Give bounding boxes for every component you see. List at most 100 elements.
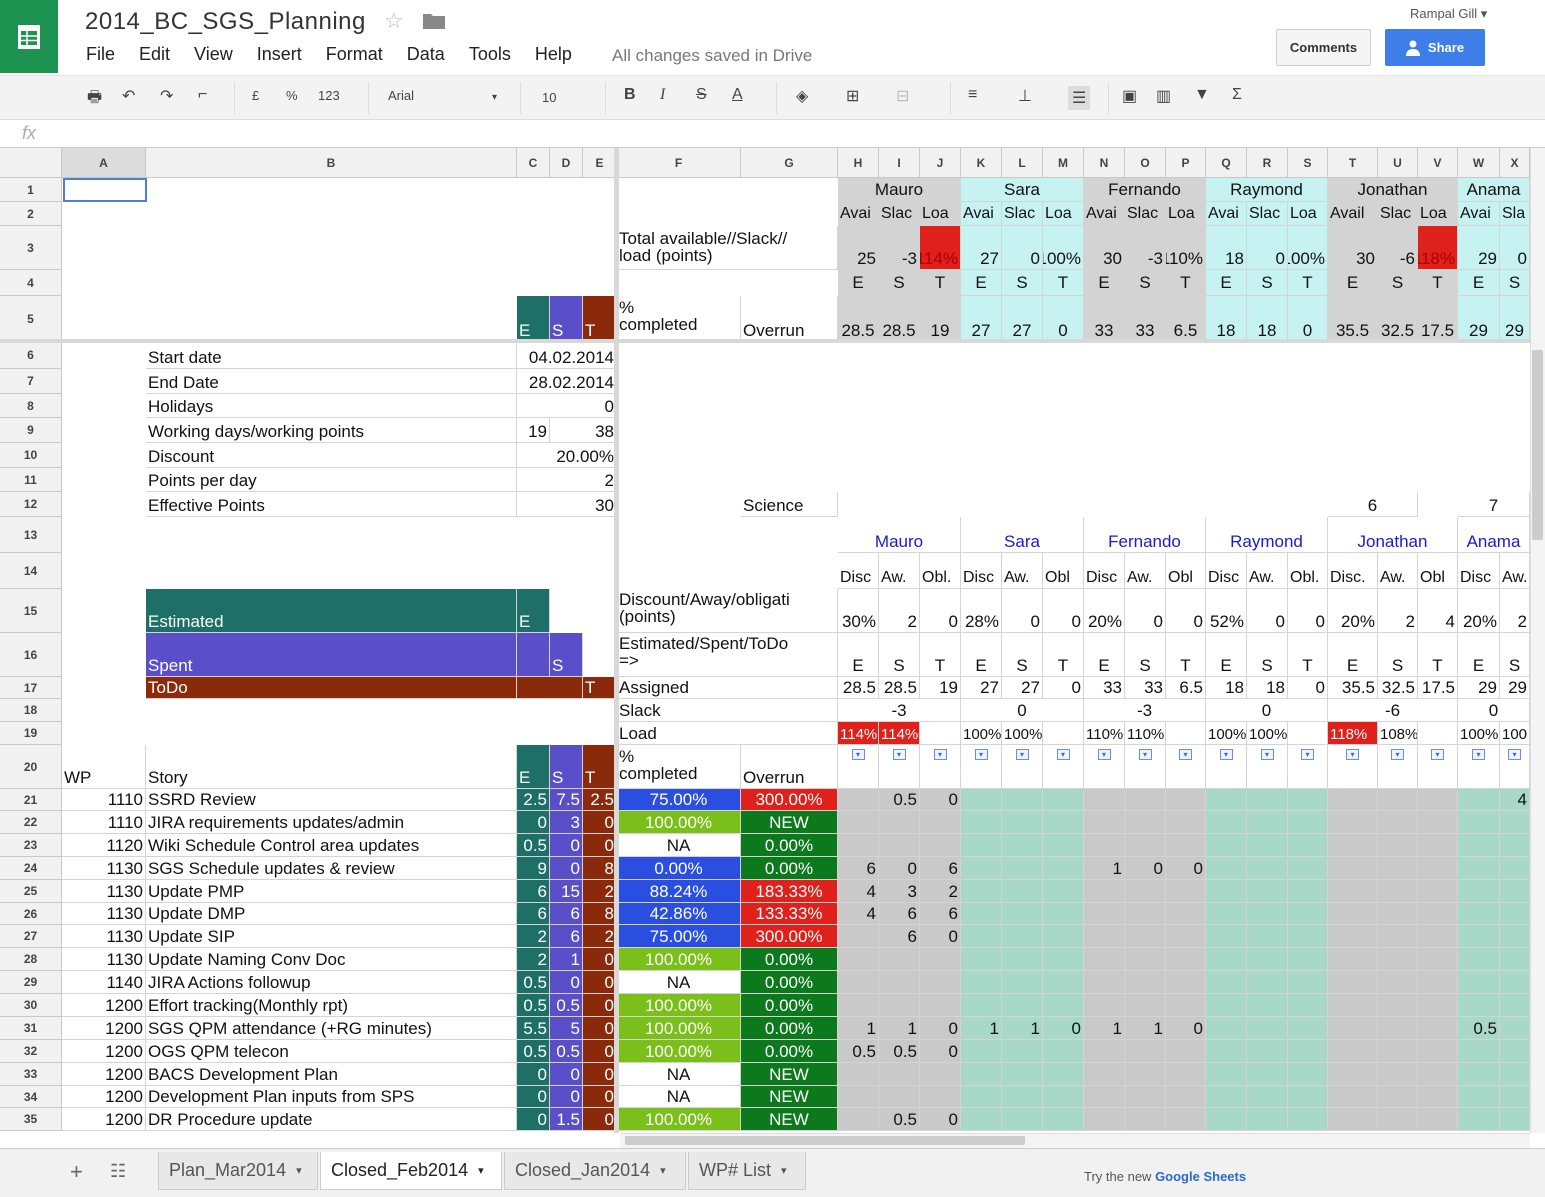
header-t[interactable]: T xyxy=(583,745,617,789)
filter-cell[interactable]: ▾ xyxy=(1458,745,1500,789)
disc-label-cell[interactable]: Aw. xyxy=(1125,553,1166,589)
row-header-26[interactable]: 26 xyxy=(0,903,62,925)
allocation-cell[interactable] xyxy=(1166,1086,1206,1108)
setting-label[interactable]: Working days/working points xyxy=(146,418,517,443)
allocation-cell[interactable] xyxy=(1378,971,1418,994)
row-header-27[interactable]: 27 xyxy=(0,925,62,948)
wp-cell[interactable]: 1200 xyxy=(62,994,146,1017)
chevron-down-icon[interactable]: ▾ xyxy=(296,1164,302,1177)
load-cell[interactable]: 100% xyxy=(1247,722,1288,745)
allocation-cell[interactable] xyxy=(1206,948,1247,971)
allocation-cell[interactable] xyxy=(1043,834,1084,857)
todo-cell[interactable]: 0 xyxy=(583,971,617,994)
allocation-cell[interactable] xyxy=(1458,811,1500,834)
chevron-down-icon[interactable]: ▾ xyxy=(478,1164,484,1177)
filter-dropdown-icon[interactable]: ▾ xyxy=(1015,749,1029,760)
allocation-cell[interactable] xyxy=(838,1108,879,1131)
filter-dropdown-icon[interactable]: ▾ xyxy=(933,749,947,760)
allocation-cell[interactable] xyxy=(961,1108,1002,1131)
disc-label-cell[interactable]: Disc xyxy=(1458,553,1500,589)
subheader-cell[interactable]: Slac xyxy=(1247,202,1288,226)
load-cell[interactable]: 114% xyxy=(879,722,920,745)
allocation-cell[interactable] xyxy=(1378,1040,1418,1063)
allocation-cell[interactable] xyxy=(879,1063,920,1086)
filter-dropdown-icon[interactable]: ▾ xyxy=(1346,749,1359,760)
disc-label-cell[interactable]: Disc xyxy=(961,553,1002,589)
estimate-cell[interactable]: 2.5 xyxy=(517,789,550,811)
todo-cell[interactable]: 0 xyxy=(583,948,617,971)
assigned-cell[interactable]: 27 xyxy=(1002,677,1043,699)
allocation-cell[interactable] xyxy=(1166,1063,1206,1086)
todo-cell[interactable]: 0 xyxy=(583,1086,617,1108)
discount-cell[interactable]: 0 xyxy=(1166,589,1206,633)
spent-cell[interactable]: 3 xyxy=(550,811,583,834)
overrun-cell[interactable]: 0.00% xyxy=(741,1040,838,1063)
est-label-cell[interactable]: E xyxy=(1206,633,1247,677)
allocation-cell[interactable] xyxy=(879,811,920,834)
allocation-cell[interactable]: 6 xyxy=(920,857,961,880)
allocation-cell[interactable] xyxy=(1328,948,1378,971)
legend-todo-t[interactable]: T xyxy=(583,677,617,699)
allocation-cell[interactable] xyxy=(1500,903,1530,925)
allocation-cell[interactable]: 1 xyxy=(1084,857,1125,880)
allocation-cell[interactable] xyxy=(1458,925,1500,948)
spent-cell[interactable]: 15 xyxy=(550,880,583,903)
completed-cell[interactable]: 29 xyxy=(1500,296,1530,342)
allocation-cell[interactable] xyxy=(1247,1086,1288,1108)
filter-dropdown-icon[interactable]: ▾ xyxy=(1179,749,1192,760)
est-label-cell[interactable]: E xyxy=(1458,633,1500,677)
allocation-cell[interactable] xyxy=(1378,903,1418,925)
estimate-cell[interactable]: 9 xyxy=(517,857,550,880)
row-header-35[interactable]: 35 xyxy=(0,1108,62,1131)
allocation-cell[interactable] xyxy=(1247,857,1288,880)
allocation-cell[interactable] xyxy=(1002,834,1043,857)
pct-completed-cell[interactable]: 100.00% xyxy=(617,948,741,971)
filter-cell[interactable]: ▾ xyxy=(1206,745,1247,789)
total-available-cell[interactable]: -3 xyxy=(879,226,920,270)
filter-dropdown-icon[interactable]: ▾ xyxy=(1219,749,1233,760)
subheader-cell[interactable]: Loa xyxy=(1166,202,1206,226)
allocation-cell[interactable] xyxy=(920,1086,961,1108)
slack-cell[interactable]: -6 xyxy=(1328,699,1458,722)
disc-label-cell[interactable]: Aw. xyxy=(1002,553,1043,589)
load-cell[interactable] xyxy=(1288,722,1328,745)
allocation-cell[interactable] xyxy=(1328,789,1378,811)
pct-completed-cell[interactable]: 100.00% xyxy=(617,1040,741,1063)
allocation-cell[interactable] xyxy=(1002,1040,1043,1063)
functions-icon[interactable]: Σ xyxy=(1232,86,1242,104)
row-header-33[interactable]: 33 xyxy=(0,1063,62,1086)
filter-icon[interactable]: ▼ xyxy=(1194,86,1210,104)
overrun-cell[interactable]: 0.00% xyxy=(741,948,838,971)
column-header-i[interactable]: I xyxy=(879,148,920,178)
filter-dropdown-icon[interactable]: ▾ xyxy=(1056,749,1070,760)
total-available-cell[interactable]: 30 xyxy=(1084,226,1125,270)
allocation-cell[interactable] xyxy=(1084,948,1125,971)
disc-label-cell[interactable]: Obl xyxy=(1418,553,1458,589)
column-header-o[interactable]: O xyxy=(1125,148,1166,178)
spent-cell[interactable]: 0 xyxy=(550,1063,583,1086)
allocation-cell[interactable] xyxy=(920,994,961,1017)
allocation-cell[interactable] xyxy=(1247,1040,1288,1063)
allocation-cell[interactable]: 0.5 xyxy=(879,1040,920,1063)
spent-cell[interactable]: 1.5 xyxy=(550,1108,583,1131)
allocation-cell[interactable] xyxy=(1418,880,1458,903)
setting-value[interactable]: 28.02.2014 xyxy=(517,369,617,394)
subheader-cell[interactable]: Loa xyxy=(920,202,961,226)
load-cell[interactable]: 114% xyxy=(838,722,879,745)
allocation-cell[interactable] xyxy=(1378,948,1418,971)
allocation-cell[interactable] xyxy=(1500,880,1530,903)
load-cell[interactable] xyxy=(1043,722,1084,745)
total-available-cell[interactable]: 18 xyxy=(1206,226,1247,270)
allocation-cell[interactable] xyxy=(1247,1108,1288,1131)
discount-cell[interactable]: 20% xyxy=(1458,589,1500,633)
allocation-cell[interactable] xyxy=(1166,811,1206,834)
allocation-cell[interactable] xyxy=(1043,857,1084,880)
setting-value[interactable]: 04.02.2014 xyxy=(517,342,617,369)
allocation-cell[interactable] xyxy=(1125,834,1166,857)
est-label-cell[interactable]: S xyxy=(1500,270,1530,296)
assigned-cell[interactable]: 29 xyxy=(1458,677,1500,699)
legend-estimated[interactable]: Estimated xyxy=(146,589,517,633)
allocation-cell[interactable] xyxy=(1288,1017,1328,1040)
allocation-cell[interactable] xyxy=(1125,1040,1166,1063)
pct-completed-cell[interactable]: NA xyxy=(617,1086,741,1108)
